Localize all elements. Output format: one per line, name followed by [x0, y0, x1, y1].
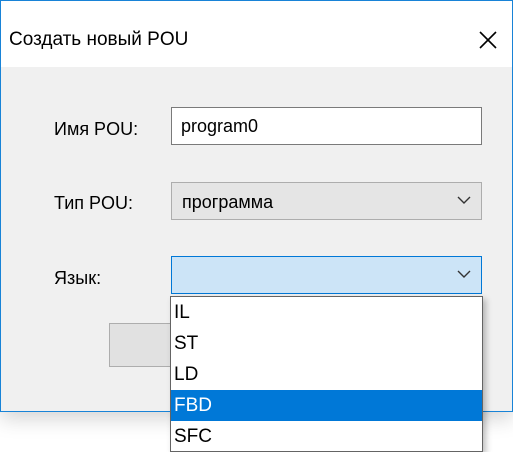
language-select[interactable] [171, 256, 482, 294]
chevron-down-icon [457, 196, 471, 204]
title-bar: Создать новый POU [1, 1, 512, 67]
dialog-title: Создать новый POU [9, 29, 189, 50]
language-option-st[interactable]: ST [171, 328, 482, 359]
close-button[interactable] [468, 20, 508, 60]
pou-name-input[interactable] [171, 107, 482, 145]
language-dropdown-list: IL ST LD FBD SFC [170, 296, 483, 452]
pou-type-select[interactable]: программа [171, 182, 482, 220]
pou-type-label: Тип POU: [54, 193, 134, 213]
language-option-fbd[interactable]: FBD [171, 390, 482, 421]
chevron-down-icon [457, 270, 471, 278]
language-option-ld[interactable]: LD [171, 359, 482, 390]
language-label: Язык: [54, 268, 102, 288]
pou-type-value: программа [182, 192, 274, 212]
close-icon [479, 31, 497, 49]
page: Создать новый POU Имя POU: Тип POU: прог… [0, 0, 513, 452]
pou-name-label: Имя POU: [54, 119, 139, 139]
language-option-il[interactable]: IL [171, 297, 482, 328]
language-option-sfc[interactable]: SFC [171, 421, 482, 451]
